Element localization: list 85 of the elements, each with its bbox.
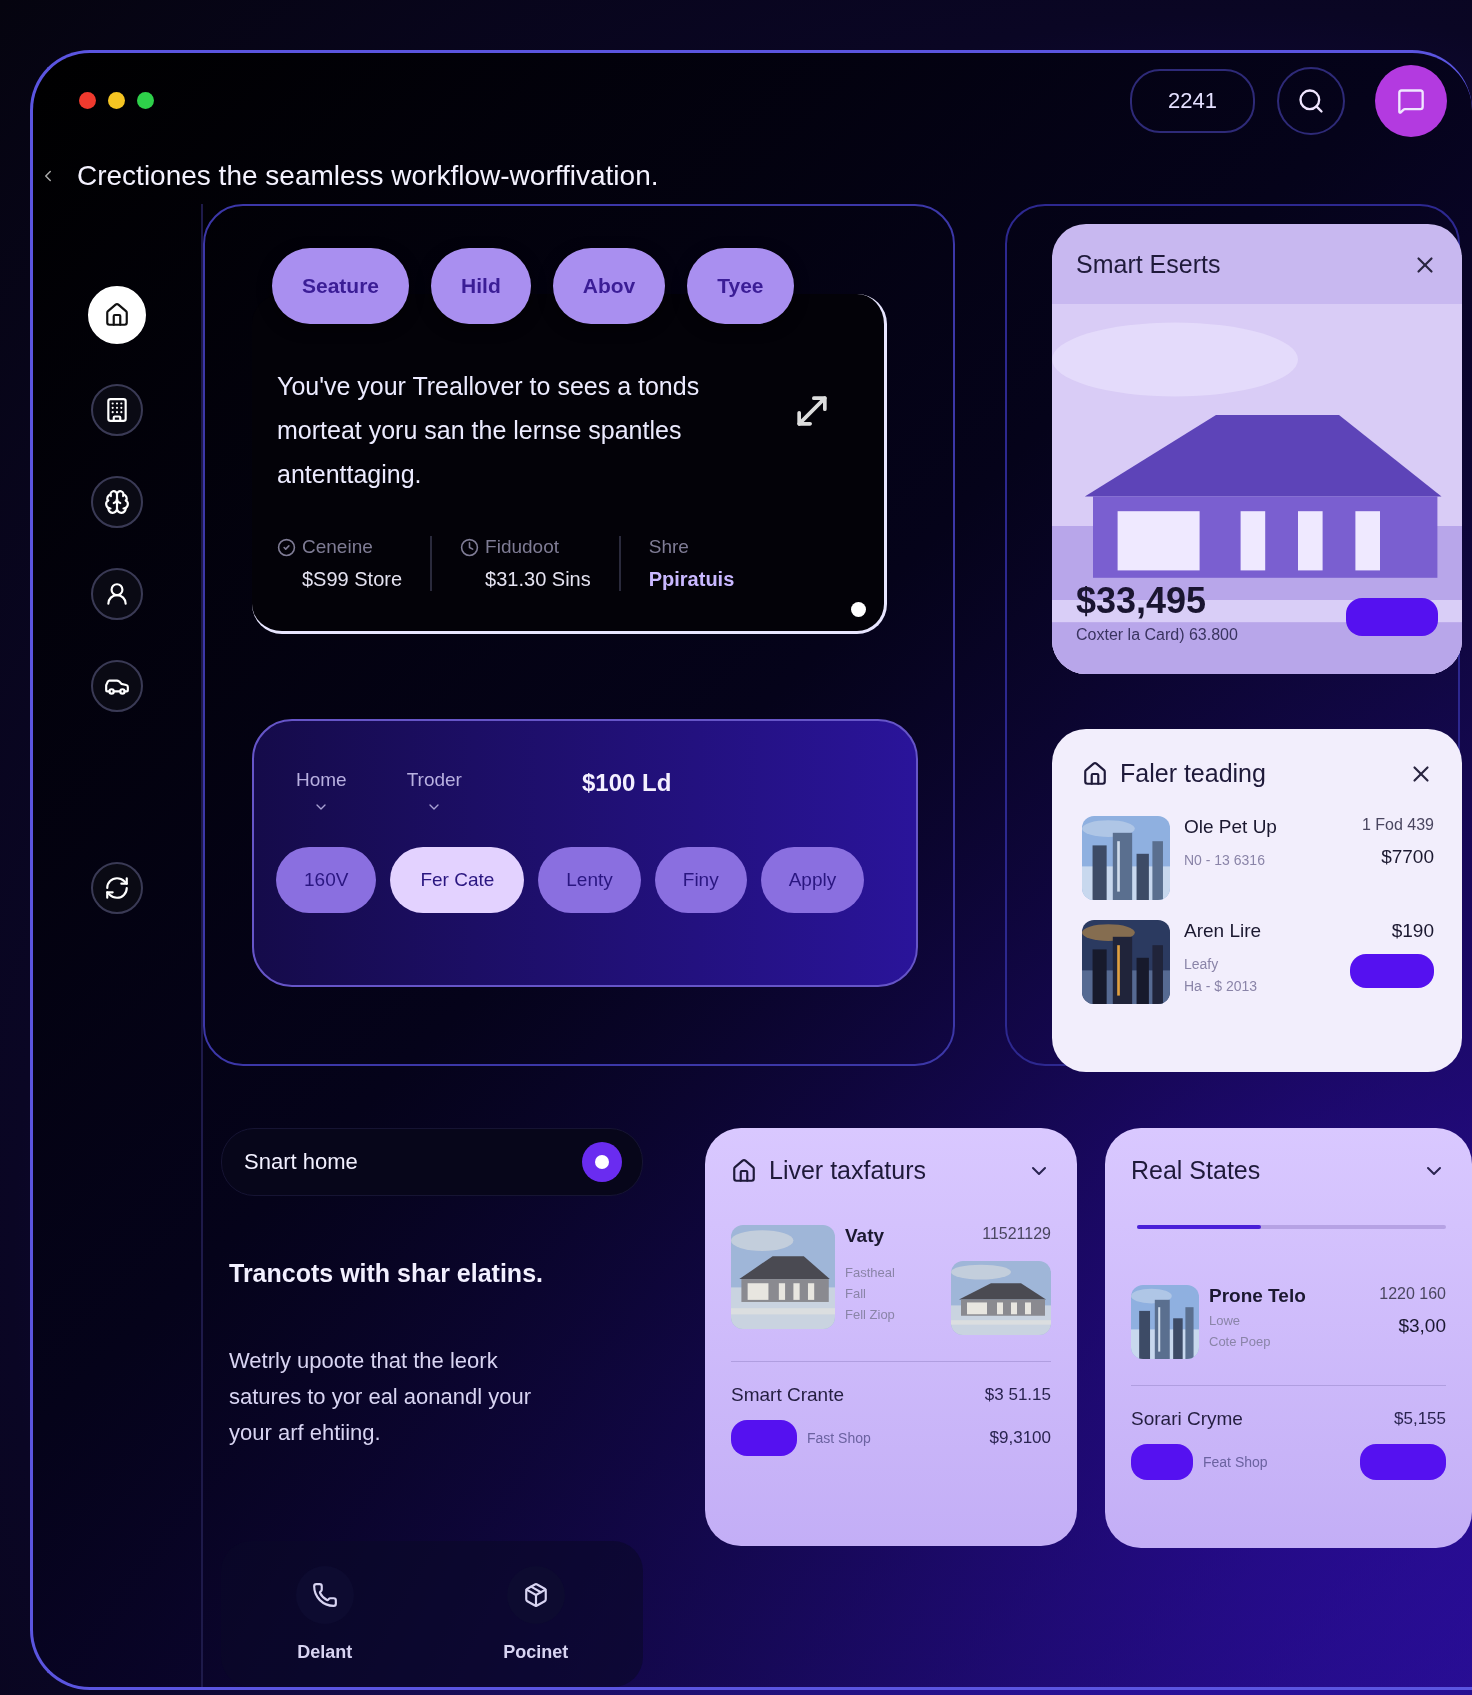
sidebar-item[interactable]: [91, 862, 143, 914]
tag-label: Feat Shop: [1203, 1454, 1269, 1470]
counter-badge: 2241: [1130, 68, 1255, 133]
listing-code: 11521129: [982, 1225, 1051, 1243]
sidebar-item[interactable]: [91, 476, 143, 528]
sidebar-item[interactable]: [91, 568, 143, 620]
filter-chip[interactable]: Lenty: [538, 847, 641, 913]
phone-icon[interactable]: [311, 1581, 338, 1608]
tag-label: Fast Shop: [807, 1430, 872, 1446]
listing-item[interactable]: Aren Lire Leafy Ha - $ 2013 $190: [1082, 920, 1434, 1004]
dropdown-label[interactable]: Home: [296, 769, 347, 791]
package-icon[interactable]: [522, 1581, 549, 1608]
listing-detail: N0 - 13 6316: [1184, 852, 1266, 868]
building-icon[interactable]: [104, 397, 130, 423]
listing-item[interactable]: Ole Pet Up N0 - 13 6316 1 Fod 439 $7700: [1082, 816, 1434, 900]
listing-detail: Fell Ziop: [845, 1307, 896, 1322]
section-text: Wetrly upoote that the leork satures to yor eal aonandl your your arf ehtiing.: [229, 1347, 533, 1447]
listing-name: Vaty: [845, 1225, 886, 1247]
listing-detail: Cote Poep: [1209, 1334, 1272, 1349]
listing-detail: Fall: [845, 1286, 867, 1301]
listing-detail: Leafy: [1184, 956, 1220, 972]
price-label: $100 Ld: [581, 769, 672, 797]
listing-name: Prone Telo: [1209, 1285, 1307, 1307]
listing-detail: Fastheal: [845, 1265, 896, 1280]
user-icon[interactable]: [104, 581, 130, 607]
action-button[interactable]: [1360, 1444, 1446, 1480]
section-heading: Trancots with shar elatins.: [229, 1259, 544, 1288]
refresh-icon[interactable]: [104, 875, 130, 901]
summary-name: Sorari Cryme: [1131, 1408, 1243, 1430]
summary-total: $9,3100: [989, 1428, 1051, 1448]
listing-price: 1 Fod 439: [1361, 816, 1434, 834]
action-button[interactable]: [1131, 1444, 1193, 1480]
minimize-icon[interactable]: [108, 92, 125, 110]
clock-icon: [460, 537, 480, 557]
action-button[interactable]: [1346, 598, 1438, 636]
summary-value: $3 51.15: [984, 1385, 1051, 1405]
price-subtitle: Coxter la Card) 63.800: [1076, 626, 1238, 644]
category-chip[interactable]: Hild: [431, 248, 531, 324]
summary-name: Smart Crante: [731, 1384, 844, 1406]
card-title: Faler teading: [1120, 759, 1266, 788]
action-button[interactable]: [731, 1420, 797, 1456]
listing-code: 1220 160: [1379, 1285, 1446, 1303]
card-title: Liver taxfaturs: [769, 1156, 926, 1185]
listing-price: $190: [1391, 920, 1434, 942]
filter-chip[interactable]: Finy: [654, 847, 747, 913]
sidebar-item[interactable]: [91, 384, 143, 436]
stat-value: $S99 Store: [301, 568, 403, 591]
check-icon: [277, 537, 296, 557]
listing-name: Ole Pet Up: [1184, 816, 1278, 838]
action-button[interactable]: [1350, 954, 1434, 988]
stat-label: Ceneine: [302, 536, 373, 558]
search-button[interactable]: [1277, 66, 1345, 135]
card-title: Real States: [1131, 1156, 1261, 1185]
chat-icon[interactable]: [1397, 86, 1425, 115]
house-icon[interactable]: [104, 302, 130, 328]
stat-label: Fidudoot: [485, 536, 560, 558]
listing-price: $7700: [1381, 846, 1434, 868]
stat-label: Shre: [648, 536, 689, 558]
price-text: $33,495: [1076, 580, 1208, 622]
search-icon[interactable]: [1297, 86, 1325, 115]
listing-detail: Lowe: [1209, 1313, 1242, 1328]
dropdown-label[interactable]: Troder: [406, 769, 462, 791]
house-icon: [731, 1157, 757, 1184]
info-text: You've your Treallover to sees a tonds morteat yoru san the lernse spantles antenttaging.: [277, 371, 701, 490]
summary-value: $5,155: [1394, 1409, 1446, 1429]
indicator-dot: [851, 602, 866, 617]
listing-name: Aren Lire: [1184, 920, 1263, 942]
category-chip[interactable]: Tyee: [687, 248, 794, 324]
stat-value: $31.30 Sins: [484, 568, 591, 591]
filter-chip[interactable]: Fer Cate: [390, 847, 525, 913]
listing-detail: Ha - $ 2013: [1184, 978, 1259, 994]
card-title: Smart Eserts: [1076, 250, 1221, 279]
listing-price: $3,00: [1398, 1315, 1446, 1337]
bar-label: Snart home: [244, 1149, 359, 1175]
close-icon[interactable]: [79, 92, 96, 110]
page-title: Crectiones the seamless workflow-worffivation.: [77, 160, 659, 193]
maximize-icon[interactable]: [137, 92, 154, 110]
brain-icon[interactable]: [104, 489, 130, 515]
category-chip[interactable]: Abov: [552, 248, 666, 324]
category-chip[interactable]: Seature: [272, 248, 410, 324]
stat-value: Ppiratuis: [648, 568, 735, 591]
filter-chip[interactable]: 160V: [276, 847, 377, 913]
sidebar-item[interactable]: [91, 660, 143, 712]
filter-chip[interactable]: Apply: [760, 847, 865, 913]
house-icon: [1082, 760, 1108, 787]
